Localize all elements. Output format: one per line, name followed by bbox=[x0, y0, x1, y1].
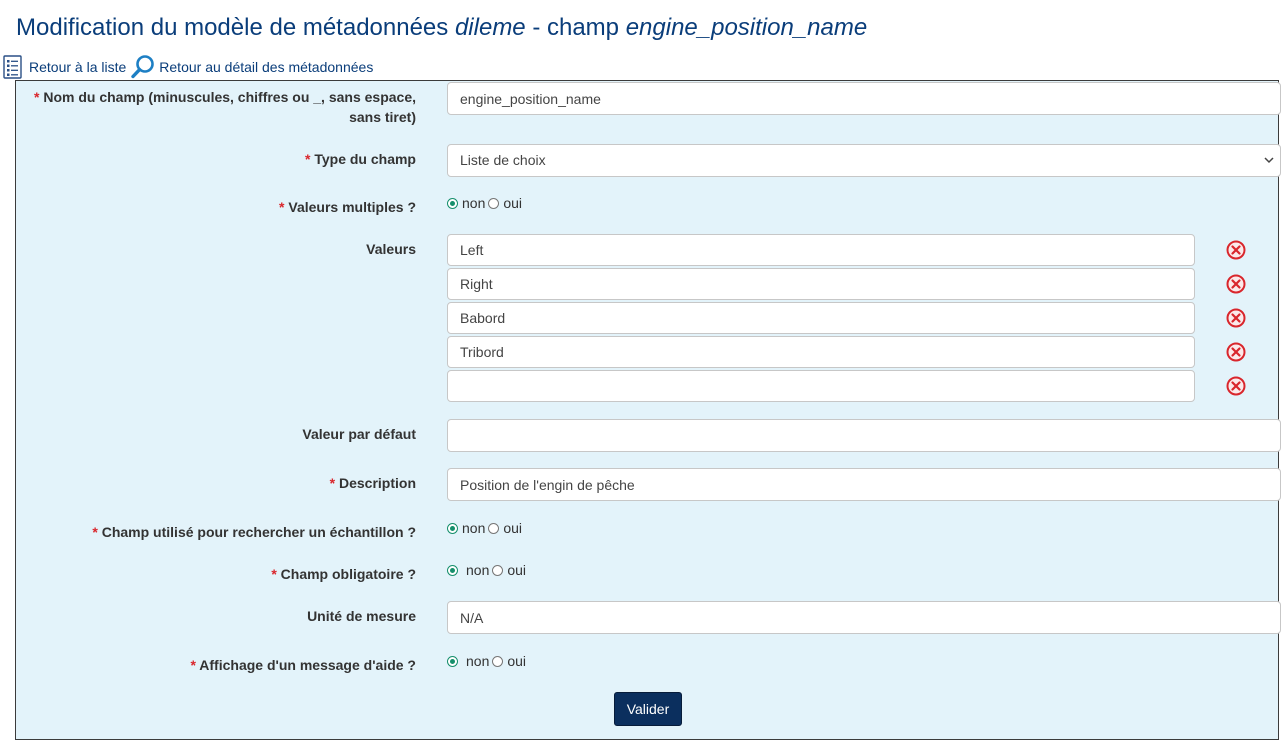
list-icon bbox=[3, 55, 22, 79]
values-label-text: Valeurs bbox=[366, 241, 416, 257]
field-name-label-line1: Nom du champ (minuscules, chiffres ou _,… bbox=[43, 89, 416, 105]
mandatory-radio-oui[interactable] bbox=[492, 564, 504, 576]
field-type-selected-value: Liste de choix bbox=[460, 152, 546, 168]
description-label: * Description bbox=[330, 473, 416, 493]
title-middle: - champ bbox=[525, 14, 626, 41]
search-field-label-text: Champ utilisé pour rechercher un échanti… bbox=[101, 524, 416, 540]
default-value-label: Valeur par défaut bbox=[302, 424, 416, 444]
unit-label: Unité de mesure bbox=[307, 606, 416, 626]
back-to-detail-link[interactable]: Retour au détail des métadonnées bbox=[130, 54, 373, 80]
back-to-list-label: Retour à la liste bbox=[29, 59, 127, 75]
title-field-name: engine_position_name bbox=[625, 14, 868, 41]
mandatory-label: * Champ obligatoire ? bbox=[271, 564, 416, 584]
radio-label-non: non bbox=[466, 653, 490, 669]
search-field-label: * Champ utilisé pour rechercher un échan… bbox=[92, 522, 416, 542]
value-input-3[interactable] bbox=[447, 302, 1195, 334]
radio-label-non: non bbox=[462, 520, 486, 536]
required-mark: * bbox=[190, 657, 196, 673]
required-mark: * bbox=[329, 475, 336, 491]
radio-label-oui: oui bbox=[507, 653, 527, 669]
value-input-1[interactable] bbox=[447, 234, 1195, 266]
unit-input[interactable] bbox=[447, 601, 1281, 634]
radio-label-oui: oui bbox=[503, 520, 523, 536]
default-value-label-text: Valeur par défaut bbox=[302, 426, 416, 442]
search-field-radio-oui[interactable] bbox=[488, 522, 500, 534]
required-mark: * bbox=[305, 151, 311, 167]
search-field-radio-non[interactable] bbox=[447, 522, 458, 534]
multiple-values-radio-oui[interactable] bbox=[488, 197, 500, 209]
field-type-label-text: Type du champ bbox=[314, 151, 416, 167]
metadata-field-form: * Nom du champ (minuscules, chiffres ou … bbox=[15, 80, 1281, 740]
value-input-5[interactable] bbox=[447, 370, 1195, 402]
description-input[interactable] bbox=[447, 468, 1281, 501]
radio-label-non: non bbox=[462, 195, 486, 211]
field-type-select[interactable]: Liste de choix bbox=[447, 144, 1281, 177]
remove-value-icon[interactable] bbox=[1225, 341, 1247, 363]
multiple-values-label: * Valeurs multiples ? bbox=[279, 197, 416, 217]
mandatory-radio-non[interactable] bbox=[447, 564, 458, 576]
back-to-detail-label: Retour au détail des métadonnées bbox=[159, 59, 374, 75]
required-mark: * bbox=[92, 524, 98, 540]
radio-label-oui: oui bbox=[503, 195, 523, 211]
unit-label-text: Unité de mesure bbox=[307, 608, 416, 624]
field-name-label: * Nom du champ (minuscules, chiffres ou … bbox=[34, 87, 416, 127]
value-input-4[interactable] bbox=[447, 336, 1195, 368]
field-name-input[interactable] bbox=[447, 82, 1281, 115]
help-message-radio-non[interactable] bbox=[447, 655, 458, 667]
help-message-radios: non oui bbox=[447, 653, 529, 669]
help-message-label-text: Affichage d'un message d'aide ? bbox=[199, 657, 416, 673]
chevron-down-icon bbox=[1264, 157, 1274, 164]
required-mark: * bbox=[33, 89, 40, 105]
remove-value-icon[interactable] bbox=[1225, 273, 1247, 295]
multiple-values-radios: non oui bbox=[447, 195, 525, 211]
value-input-2[interactable] bbox=[447, 268, 1195, 300]
mandatory-label-text: Champ obligatoire ? bbox=[280, 566, 416, 582]
radio-label-non: non bbox=[466, 562, 490, 578]
back-to-list-link[interactable]: Retour à la liste bbox=[2, 55, 126, 79]
remove-value-icon[interactable] bbox=[1225, 375, 1247, 397]
field-name-label-line2: sans tiret) bbox=[349, 109, 416, 125]
required-mark: * bbox=[271, 566, 277, 582]
required-mark: * bbox=[279, 199, 285, 215]
default-value-input[interactable] bbox=[447, 419, 1281, 452]
mandatory-radios: non oui bbox=[447, 562, 529, 578]
title-model-name: dileme bbox=[454, 14, 526, 41]
search-icon bbox=[131, 55, 155, 79]
page-title: Modification du modèle de métadonnées di… bbox=[16, 14, 867, 42]
radio-label-oui: oui bbox=[507, 562, 527, 578]
multiple-values-radio-non[interactable] bbox=[447, 197, 458, 209]
help-message-radio-oui[interactable] bbox=[492, 655, 504, 667]
description-label-text: Description bbox=[338, 475, 416, 491]
help-message-label: * Affichage d'un message d'aide ? bbox=[190, 655, 416, 675]
values-label: Valeurs bbox=[366, 239, 416, 259]
nav-links: Retour à la liste Retour au détail des m… bbox=[2, 54, 373, 80]
submit-button[interactable]: Valider bbox=[614, 692, 682, 726]
search-field-radios: non oui bbox=[447, 520, 525, 536]
title-prefix: Modification du modèle de métadonnées bbox=[16, 14, 455, 41]
remove-value-icon[interactable] bbox=[1225, 239, 1247, 261]
field-type-label: * Type du champ bbox=[305, 149, 416, 169]
multiple-values-label-text: Valeurs multiples ? bbox=[288, 199, 416, 215]
remove-value-icon[interactable] bbox=[1225, 307, 1247, 329]
